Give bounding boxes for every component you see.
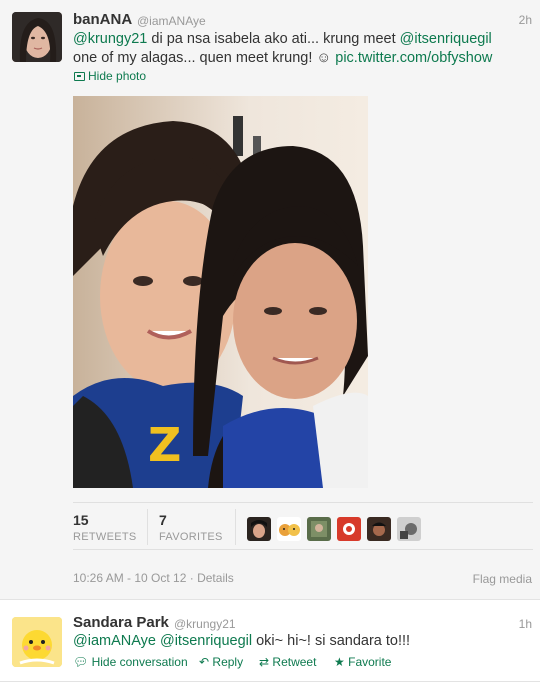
favorite-label: Favorite	[348, 655, 392, 669]
speech-bubble-icon: 💬︎	[73, 655, 89, 669]
tweet-timestamp: 10:26 AM - 10 Oct 12 · Details	[73, 571, 234, 585]
tweet-time[interactable]: 1h	[519, 617, 532, 631]
stats-divider	[235, 509, 236, 545]
flag-media-link[interactable]: Flag media	[473, 572, 532, 586]
mention-link[interactable]: @krungy21	[73, 31, 147, 47]
tweet-text-segment: oki~ hi~! si sandara to!!!	[252, 633, 411, 649]
retweet-button[interactable]: ⇄ Retweet	[259, 655, 316, 669]
favoriter-avatar[interactable]	[247, 517, 271, 541]
hide-conversation-label: Hide conversation	[91, 655, 188, 669]
mention-link[interactable]: @iamANAye	[73, 633, 156, 649]
reply-arrow-icon: ↶	[199, 655, 210, 669]
divider	[0, 681, 540, 682]
reply-button[interactable]: ↶ Reply	[199, 655, 243, 669]
tweet-stats: 15 RETWEETS 7 FAVORITES	[73, 502, 533, 550]
tweet-text: @iamANAye @itsenriquegil oki~ hi~! si sa…	[73, 632, 533, 651]
mention-link[interactable]: @itsenriquegil	[160, 633, 252, 649]
timestamp-text[interactable]: 10:26 AM - 10 Oct 12	[73, 571, 186, 585]
favoriter-avatar[interactable]	[337, 517, 361, 541]
photo-icon	[74, 72, 85, 81]
author-name[interactable]: Sandara Park	[73, 614, 169, 631]
favorite-button[interactable]: ★ Favorite	[334, 655, 391, 669]
hide-conversation-button[interactable]: 💬︎ Hide conversation	[73, 655, 188, 669]
hide-photo-label: Hide photo	[88, 69, 147, 83]
author-handle[interactable]: @krungy21	[174, 617, 236, 631]
pic-link[interactable]: pic.twitter.com/obfyshow	[335, 50, 492, 66]
tweet-time[interactable]: 2h	[519, 13, 532, 27]
author-handle[interactable]: @iamANAye	[137, 14, 206, 28]
tweet-text: @krungy21 di pa nsa isabela ako ati... k…	[73, 30, 533, 68]
retweets-label[interactable]: RETWEETS	[73, 531, 137, 543]
hide-photo-link[interactable]: Hide photo	[74, 69, 146, 83]
favoriter-avatar[interactable]	[277, 517, 301, 541]
tweet-text-segment: di pa nsa isabela ako ati... krung meet	[147, 31, 400, 47]
star-icon: ★	[334, 655, 345, 669]
separator: ·	[189, 571, 198, 585]
details-link[interactable]: Details	[197, 571, 234, 585]
avatar[interactable]	[12, 617, 62, 667]
tweet-text-segment: one of my alagas... quen meet krung! ☺	[73, 50, 336, 66]
stats-divider	[147, 509, 148, 545]
avatar[interactable]	[12, 12, 62, 62]
favoriter-avatar[interactable]	[307, 517, 331, 541]
favoriter-avatar[interactable]	[397, 517, 421, 541]
retweet-icon: ⇄	[259, 655, 270, 669]
tweet-photo[interactable]: Z	[73, 96, 368, 488]
svg-text:Z: Z	[148, 418, 181, 472]
retweet-label: Retweet	[272, 655, 317, 669]
expanded-tweet[interactable]: banANA @iamANAye 2h @krungy21 di pa nsa …	[0, 0, 540, 600]
reply-label: Reply	[212, 655, 244, 669]
favoriter-avatar[interactable]	[367, 517, 391, 541]
favorites-label[interactable]: FAVORITES	[159, 531, 223, 543]
author-name[interactable]: banANA	[73, 11, 132, 28]
retweets-count[interactable]: 15	[73, 512, 89, 528]
favorites-count[interactable]: 7	[159, 512, 167, 528]
mention-link[interactable]: @itsenriquegil	[400, 31, 492, 47]
